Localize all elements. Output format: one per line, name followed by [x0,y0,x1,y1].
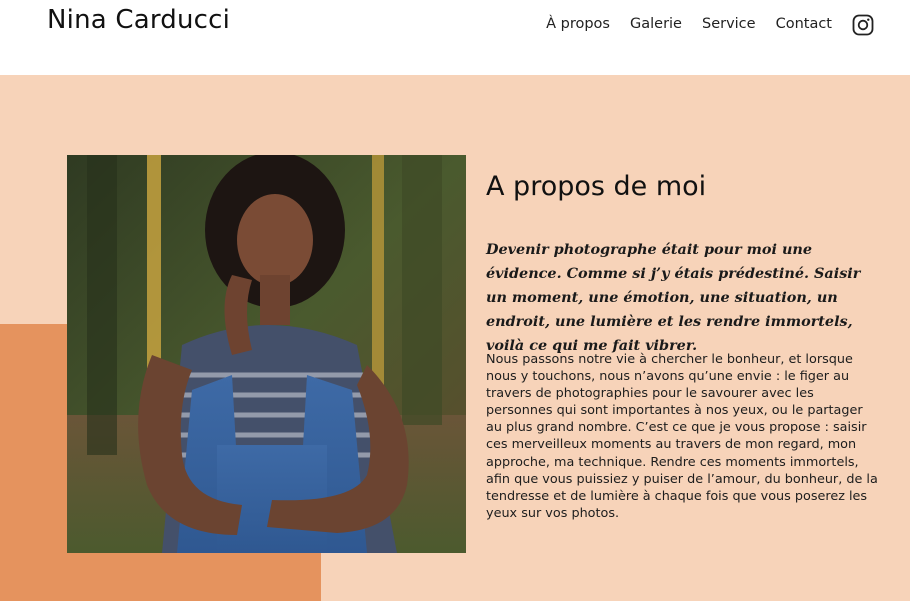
main-nav: À propos Galerie Service Contact [526,13,874,36]
about-section: A propos de moi Devenir photographe étai… [0,75,910,601]
nav-link-about[interactable]: À propos [546,16,610,32]
nav-link-service[interactable]: Service [702,16,756,32]
about-body-text: Nous passons notre vie à chercher le bon… [486,352,878,521]
nav-link-gallery[interactable]: Galerie [630,16,682,32]
site-logo[interactable]: Nina Carducci [47,5,230,35]
about-lead-text: Devenir photographe était pour moi une é… [486,241,861,354]
nav-link-contact[interactable]: Contact [776,16,832,32]
site-header: Nina Carducci À propos Galerie Service C… [0,0,910,75]
portrait-photo [67,155,466,553]
about-title: A propos de moi [486,171,707,202]
instagram-icon[interactable] [852,14,874,36]
